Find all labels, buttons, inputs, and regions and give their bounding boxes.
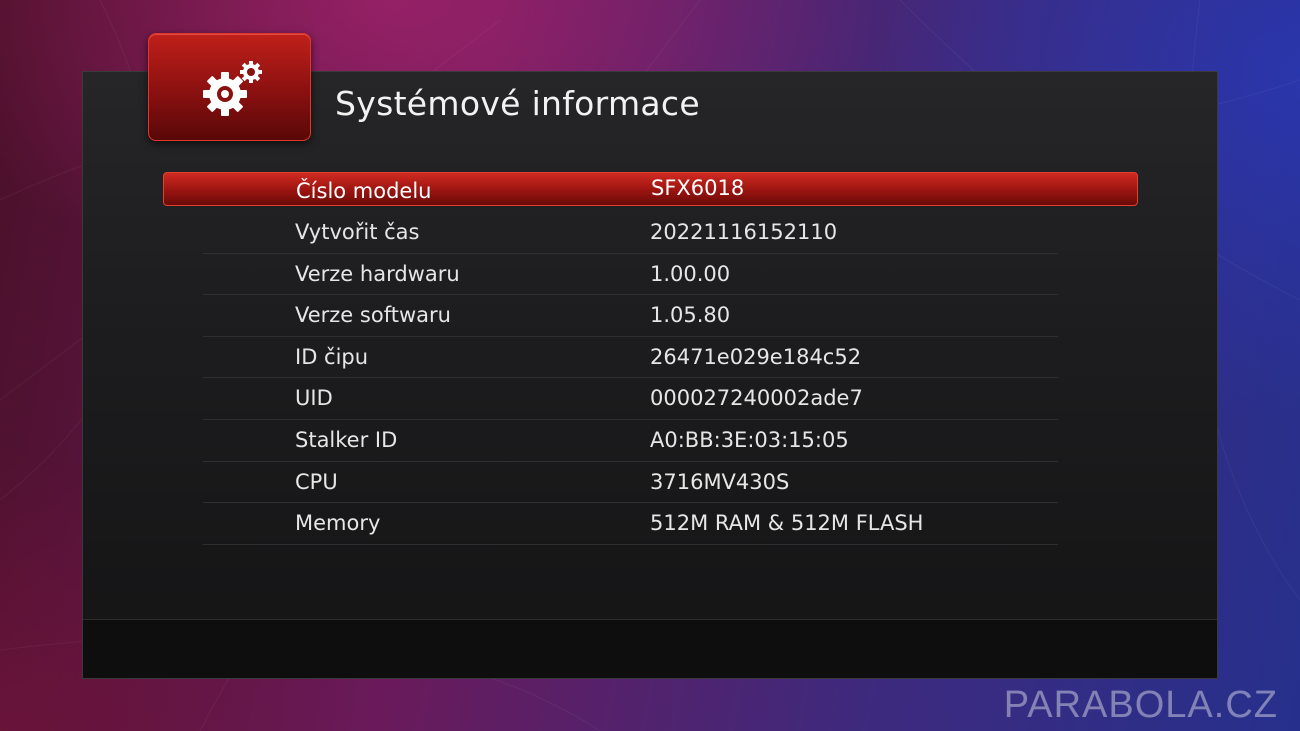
panel-footer	[83, 619, 1217, 678]
info-label: Memory	[295, 511, 381, 536]
watermark: PARABOLA.CZ	[1003, 684, 1278, 726]
info-row[interactable]: CPU 3716MV430S	[203, 462, 1058, 504]
info-label: UID	[295, 386, 333, 411]
gears-icon	[203, 61, 262, 116]
info-value: 1.00.00	[650, 261, 731, 286]
info-label: Stalker ID	[295, 427, 398, 452]
info-row-selected[interactable]: Číslo modelu SFX6018	[163, 172, 1138, 206]
info-row[interactable]: Vytvořit čas 20221116152110	[203, 212, 1058, 254]
info-row[interactable]: Verze softwaru 1.05.80	[203, 295, 1058, 337]
info-row[interactable]: Memory 512M RAM & 512M FLASH	[203, 503, 1058, 545]
info-value: 512M RAM & 512M FLASH	[650, 511, 924, 536]
info-label: Verze hardwaru	[295, 261, 460, 286]
info-value: 3716MV430S	[650, 469, 790, 494]
info-value: 20221116152110	[650, 220, 838, 244]
header-icon-tile	[148, 33, 311, 141]
info-value: A0:BB:3E:03:15:05	[650, 427, 849, 452]
info-value: 26471e029e184c52	[650, 344, 862, 369]
info-label: Číslo modelu	[296, 179, 432, 203]
system-info-list: Číslo modelu SFX6018 Vytvořit čas 202211161…	[163, 172, 1138, 545]
info-row[interactable]: Stalker ID A0:BB:3E:03:15:05	[203, 420, 1058, 462]
page-title: Systémové informace	[335, 84, 700, 123]
info-value: 000027240002ade7	[650, 386, 863, 411]
info-label: ID čipu	[295, 344, 369, 369]
info-label: Vytvořit čas	[295, 220, 420, 244]
info-label: Verze softwaru	[295, 303, 451, 328]
info-row[interactable]: ID čipu 26471e029e184c52	[203, 337, 1058, 379]
info-row[interactable]: Verze hardwaru 1.00.00	[203, 254, 1058, 296]
info-row[interactable]: UID 000027240002ade7	[203, 378, 1058, 420]
info-label: CPU	[295, 469, 338, 494]
info-value: 1.05.80	[650, 303, 731, 328]
info-value: SFX6018	[651, 176, 745, 200]
